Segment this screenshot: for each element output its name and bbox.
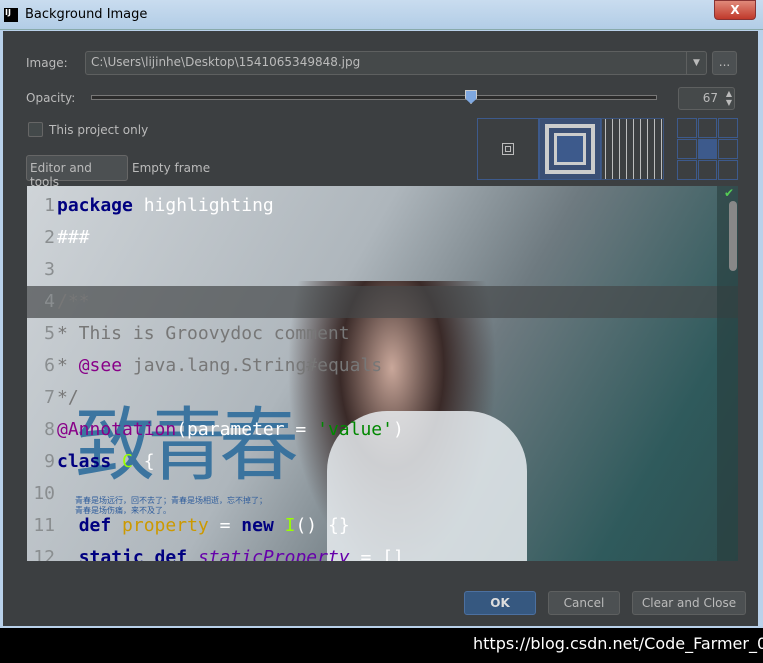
watermark: https://blog.csdn.net/Code_Farmer_007 bbox=[473, 634, 763, 653]
anchor-top-left[interactable] bbox=[677, 118, 697, 138]
app-icon: IJ bbox=[4, 8, 18, 22]
line-number: 11 bbox=[33, 515, 55, 536]
anchor-bottom[interactable] bbox=[697, 160, 718, 180]
code-line: 6 * @see java.lang.String#equals bbox=[27, 350, 722, 382]
anchor-top[interactable] bbox=[697, 118, 718, 138]
opacity-value: 67 bbox=[702, 91, 718, 105]
fill-scale-option[interactable] bbox=[539, 118, 601, 180]
code-token: = [] bbox=[349, 547, 404, 561]
anchor-bottom-left[interactable] bbox=[677, 160, 697, 180]
code-token: /** bbox=[57, 291, 90, 312]
tab-editor-and-tools[interactable]: Editor and tools bbox=[26, 155, 128, 189]
window-title: Background Image bbox=[25, 7, 148, 22]
spinner-arrows-icon[interactable]: ▲ ▼ bbox=[726, 89, 732, 107]
line-number: 10 bbox=[33, 483, 55, 504]
line-number: 3 bbox=[44, 259, 55, 280]
cancel-button[interactable]: Cancel bbox=[548, 591, 620, 615]
code-token: () {} bbox=[295, 515, 350, 536]
code-line: 3 bbox=[27, 254, 722, 286]
scrollbar-thumb[interactable] bbox=[729, 201, 737, 271]
code-line: 10 bbox=[27, 478, 722, 510]
fill-center-option[interactable] bbox=[477, 118, 539, 180]
code-token: @see bbox=[78, 355, 123, 376]
code-token: package bbox=[57, 195, 133, 216]
line-number: 6 bbox=[44, 355, 55, 376]
anchor-center[interactable] bbox=[697, 139, 718, 159]
code-line: 7 */ bbox=[27, 382, 722, 414]
code-token: I bbox=[284, 515, 296, 536]
code-line: 4/** bbox=[27, 286, 738, 318]
code-token: static def bbox=[78, 547, 198, 561]
opacity-slider[interactable] bbox=[91, 95, 657, 100]
line-number: 12 bbox=[33, 547, 55, 561]
check-icon: ✔ bbox=[724, 186, 735, 200]
code-token: new bbox=[241, 515, 285, 536]
code-token: C bbox=[122, 451, 133, 472]
code-line: 11 def property = new I() {} bbox=[27, 510, 722, 542]
image-label: Image: bbox=[26, 56, 68, 70]
code-token: = bbox=[208, 515, 242, 536]
code-line: 12 static def staticProperty = [] bbox=[27, 542, 722, 561]
opacity-spinner[interactable]: 67 ▲ ▼ bbox=[678, 87, 735, 110]
code-line: 8 @Annotation(parameter = 'value') bbox=[27, 414, 722, 446]
tab-empty-frame[interactable]: Empty frame bbox=[132, 161, 210, 175]
line-number: 1 bbox=[44, 195, 55, 216]
browse-button[interactable]: ... bbox=[712, 51, 737, 75]
code-line: 5 * This is Groovydoc comment bbox=[27, 318, 722, 350]
title-bar: IJ Background Image X bbox=[0, 0, 763, 30]
clear-and-close-button[interactable]: Clear and Close bbox=[632, 591, 746, 615]
close-button[interactable]: X bbox=[714, 0, 756, 20]
code-token: 'value' bbox=[317, 419, 393, 440]
code-line: 1 package highlighting bbox=[27, 190, 722, 222]
editor-preview: 致青春 青春是场远行，回不去了；青春是场相逝，忘不掉了； 青春是场伤痛，来不及了。… bbox=[27, 186, 738, 561]
line-number: 9 bbox=[44, 451, 55, 472]
line-number: 4 bbox=[44, 291, 55, 312]
ok-button[interactable]: OK bbox=[464, 591, 536, 615]
opacity-label: Opacity: bbox=[26, 91, 76, 105]
fill-tile-option[interactable] bbox=[601, 118, 664, 180]
chevron-down-icon[interactable]: ▼ bbox=[686, 52, 706, 74]
code-token: def bbox=[78, 515, 123, 536]
anchor-grid[interactable] bbox=[677, 118, 738, 180]
code-line: 9 class C { bbox=[27, 446, 722, 478]
code-token: * bbox=[57, 355, 79, 376]
image-path-combo[interactable]: C:\Users\lijinhe\Desktop\1541065349848.j… bbox=[85, 51, 707, 75]
code-token: * This is Groovydoc comment bbox=[57, 323, 350, 344]
code-token: java.lang.String#equals bbox=[122, 355, 383, 376]
this-project-only-label[interactable]: This project only bbox=[49, 123, 148, 137]
code-token: class bbox=[57, 451, 123, 472]
this-project-only-checkbox[interactable] bbox=[28, 122, 43, 137]
code-token: property bbox=[122, 515, 209, 536]
code-line: 2 ### bbox=[27, 222, 722, 254]
code-token: (parameter = bbox=[176, 419, 318, 440]
anchor-top-right[interactable] bbox=[718, 118, 738, 138]
code-token: ### bbox=[57, 227, 90, 248]
anchor-right[interactable] bbox=[718, 139, 738, 159]
image-path-value: C:\Users\lijinhe\Desktop\1541065349848.j… bbox=[91, 55, 361, 69]
line-number: 8 bbox=[44, 419, 55, 440]
code-token: { bbox=[132, 451, 155, 472]
line-number: 5 bbox=[44, 323, 55, 344]
code-token: @Annotation bbox=[57, 419, 177, 440]
code-token: highlighting bbox=[132, 195, 274, 216]
line-number: 7 bbox=[44, 387, 55, 408]
anchor-bottom-right[interactable] bbox=[718, 160, 738, 180]
line-number: 2 bbox=[44, 227, 55, 248]
code-token: staticProperty bbox=[197, 547, 350, 561]
code-token: ) bbox=[392, 419, 404, 440]
code-token: */ bbox=[57, 387, 79, 408]
anchor-left[interactable] bbox=[677, 139, 697, 159]
vertical-scrollbar[interactable] bbox=[717, 186, 738, 561]
